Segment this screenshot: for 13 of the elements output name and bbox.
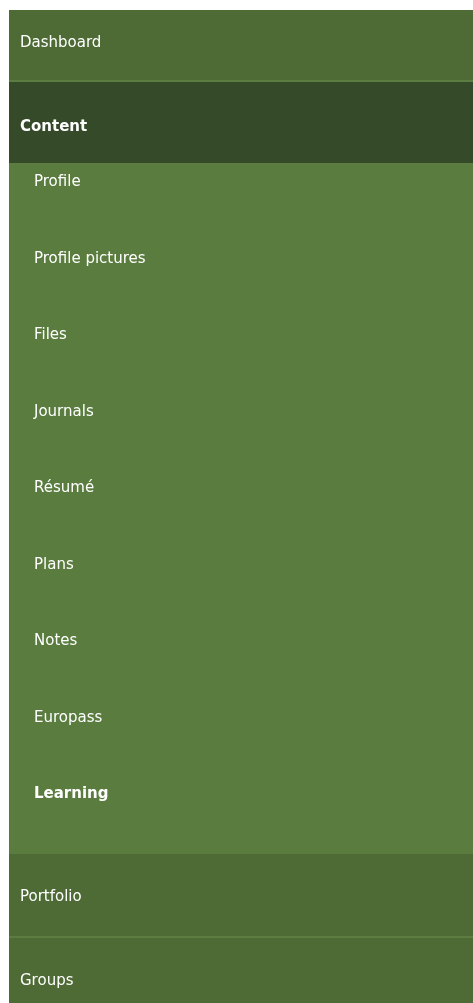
menu-item[interactable]: Content	[9, 82, 473, 165]
menu-item[interactable]: Groups	[9, 937, 473, 1003]
submenu-item[interactable]: Learning	[9, 777, 473, 854]
submenu-item[interactable]: Plans	[9, 547, 473, 624]
submenu-item[interactable]: Résumé	[9, 471, 473, 548]
submenu-item[interactable]: Journals	[9, 394, 473, 471]
menu-item[interactable]: Portfolio	[9, 853, 473, 938]
submenu-item[interactable]: Profile	[9, 165, 473, 242]
submenu-item[interactable]: Profile pictures	[9, 241, 473, 318]
submenu-item[interactable]: Notes	[9, 624, 473, 701]
menu-item[interactable]: Dashboard	[9, 10, 473, 82]
submenu-item[interactable]: Europass	[9, 700, 473, 777]
submenu-item[interactable]: Files	[9, 318, 473, 395]
